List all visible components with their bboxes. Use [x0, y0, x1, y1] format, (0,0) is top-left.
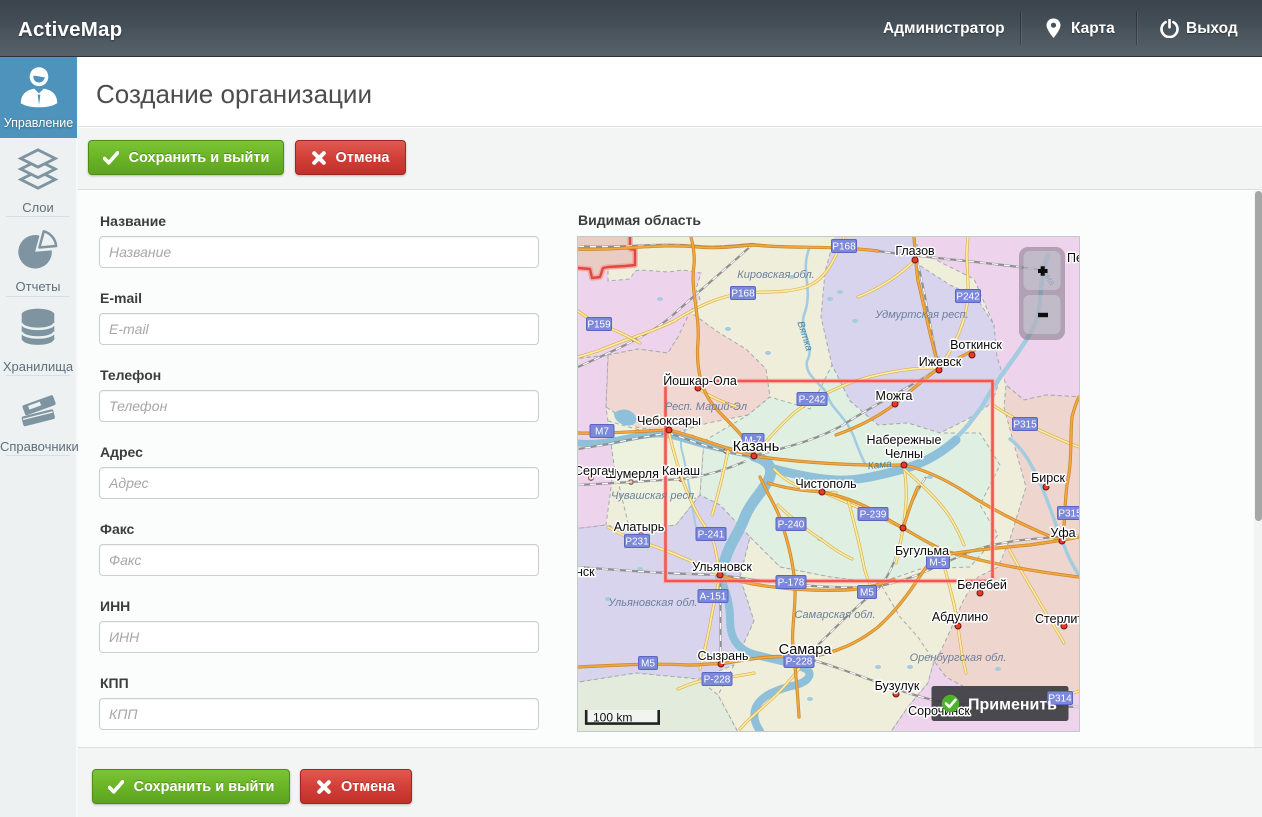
- svg-text:Применить: Применить: [968, 697, 1057, 714]
- svg-text:Сызрань: Сызрань: [697, 649, 748, 663]
- svg-text:Р-228: Р-228: [704, 675, 731, 686]
- svg-text:Р-228: Р-228: [786, 657, 813, 668]
- svg-text:Воткинск: Воткинск: [950, 338, 1002, 352]
- svg-text:Набережные: Набережные: [867, 433, 942, 447]
- svg-text:Кировская обл.: Кировская обл.: [737, 269, 814, 281]
- svg-text:Р168: Р168: [731, 289, 755, 300]
- svg-text:Чувашская респ.: Чувашская респ.: [611, 490, 697, 502]
- svg-text:Респ. Марий-Эл: Респ. Марий-Эл: [665, 401, 747, 413]
- svg-text:Р-178: Р-178: [778, 578, 805, 589]
- svg-text:Чебоксары: Чебоксары: [637, 414, 701, 428]
- svg-text:Сергач: Сергач: [578, 464, 614, 478]
- svg-text:Р159: Р159: [587, 320, 611, 331]
- svg-text:Челны: Челны: [885, 447, 923, 461]
- svg-text:Казань: Казань: [733, 439, 780, 455]
- svg-text:М7: М7: [595, 427, 609, 438]
- svg-text:Стерлита: Стерлита: [1035, 612, 1079, 626]
- svg-text:Р231: Р231: [625, 537, 649, 548]
- svg-text:Р242: Р242: [956, 292, 980, 303]
- svg-text:Удмуртская респ.: Удмуртская респ.: [874, 309, 969, 321]
- svg-text:Ульяновск: Ульяновск: [692, 560, 752, 574]
- svg-text:Р168: Р168: [832, 242, 856, 253]
- svg-text:Уфа: Уфа: [1050, 526, 1075, 540]
- svg-text:Р-240: Р-240: [778, 520, 805, 531]
- svg-text:М5: М5: [641, 659, 655, 670]
- svg-text:Можга: Можга: [876, 389, 913, 403]
- svg-text:Глазов: Глазов: [895, 244, 935, 258]
- svg-text:Чистополь: Чистополь: [795, 477, 856, 491]
- svg-text:Бугульма: Бугульма: [895, 544, 949, 558]
- svg-text:Р315: Р315: [1013, 420, 1037, 431]
- svg-text:Ижевск: Ижевск: [919, 355, 962, 369]
- svg-text:Р-239: Р-239: [860, 510, 887, 521]
- svg-text:Оренбургская обл.: Оренбургская обл.: [910, 652, 1007, 664]
- svg-text:Абдулино: Абдулино: [932, 610, 988, 624]
- svg-text:Белебей: Белебей: [957, 578, 1007, 592]
- svg-text:Бирск: Бирск: [1031, 471, 1065, 485]
- svg-text:Пе: Пе: [1067, 251, 1079, 265]
- svg-text:А-151: А-151: [700, 592, 727, 603]
- svg-text:Самара: Самара: [779, 642, 833, 658]
- svg-text:Сорочинск: Сорочинск: [908, 704, 970, 718]
- svg-text:100 km: 100 km: [593, 711, 632, 725]
- svg-text:Бузулук: Бузулук: [875, 679, 920, 693]
- svg-text:Самарская обл.: Самарская обл.: [794, 609, 875, 621]
- svg-text:М-5: М-5: [929, 558, 947, 569]
- svg-text:Йошкар-Ола: Йошкар-Ола: [663, 373, 737, 388]
- svg-text:Р-241: Р-241: [698, 530, 725, 541]
- svg-text:Канаш: Канаш: [662, 464, 700, 478]
- svg-text:нск: нск: [578, 565, 595, 579]
- svg-text:Алатырь: Алатырь: [614, 520, 664, 534]
- svg-text:Р-242: Р-242: [799, 395, 826, 406]
- svg-text:М5: М5: [860, 588, 874, 599]
- svg-text:Р315: Р315: [1058, 509, 1079, 520]
- svg-text:Ульяновская обл.: Ульяновская обл.: [607, 597, 697, 609]
